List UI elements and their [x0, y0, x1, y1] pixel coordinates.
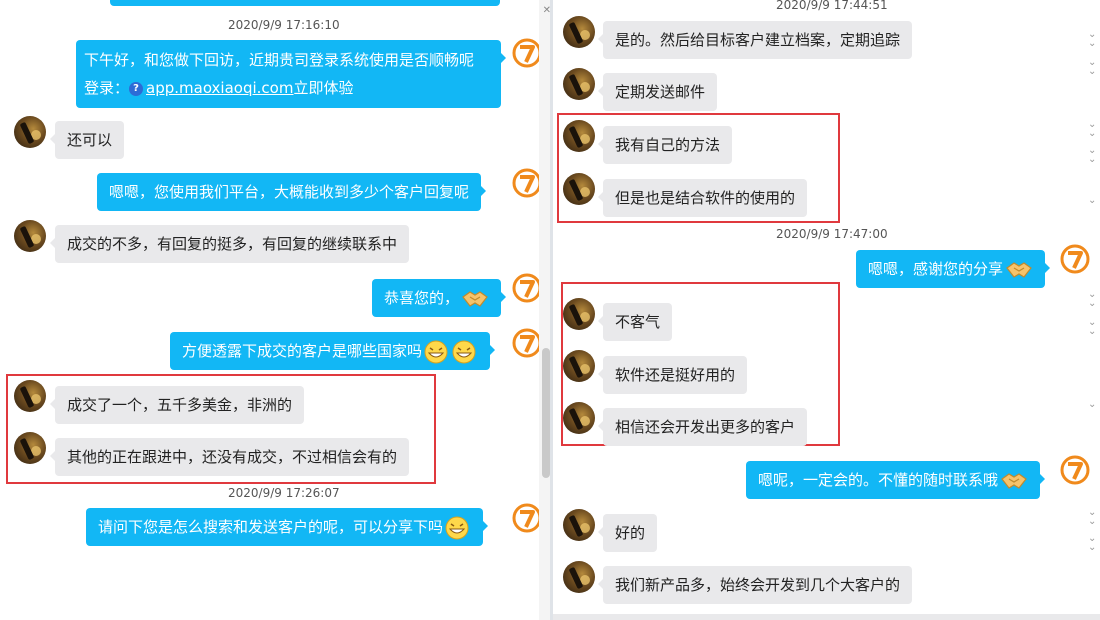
customer-avatar-icon[interactable]: [563, 298, 595, 330]
chevron-down-icon[interactable]: ⌄ ⌄: [1088, 508, 1096, 527]
scrollbar-thumb[interactable]: [542, 348, 550, 478]
app-link[interactable]: app.maoxiaoqi.com: [146, 79, 293, 97]
message-incoming[interactable]: 其他的正在跟进中，还没有成交，不过相信会有的: [49, 438, 410, 476]
message-text: 嗯呢，一定会的。不懂的随时联系哦: [758, 471, 999, 489]
chevron-down-icon[interactable]: ⌄ ⌄: [1088, 120, 1096, 139]
message-incoming[interactable]: 不客气: [597, 303, 673, 341]
message-incoming[interactable]: 成交了一个，五千多美金，非洲的: [49, 386, 305, 424]
customer-avatar-icon[interactable]: [563, 173, 595, 205]
chevron-down-icon[interactable]: ⌄ ⌄: [1088, 146, 1096, 165]
message-outgoing[interactable]: 恭喜您的，: [372, 279, 507, 317]
customer-avatar-icon[interactable]: [14, 116, 46, 148]
customer-avatar-icon[interactable]: [563, 120, 595, 152]
brand-logo-icon: [1060, 455, 1090, 485]
message-incoming[interactable]: 成交的不多，有回复的挺多，有回复的继续联系中: [49, 225, 410, 263]
chat-panel-right[interactable]: 2020/9/9 17:44:51 是的。然后给目标客户建立档案，定期追踪 定期…: [553, 0, 1100, 620]
message-text-line2: 登录：? app.maoxiaoqi.com立即体验: [84, 79, 354, 97]
message-text: 请问下您是怎么搜索和发送客户的呢，可以分享下吗: [98, 518, 444, 536]
chevron-down-icon[interactable]: ⌄: [1088, 196, 1096, 206]
chevron-down-icon[interactable]: ⌄ ⌄: [1088, 30, 1096, 49]
timestamp: 2020/9/9 17:44:51: [776, 0, 888, 12]
grin-emoji-icon: [424, 340, 450, 364]
message-incoming[interactable]: 软件还是挺好用的: [597, 356, 748, 394]
customer-avatar-icon[interactable]: [563, 509, 595, 541]
next-message-bubble-edge: [553, 614, 1100, 620]
chevron-down-icon[interactable]: ⌄ ⌄: [1088, 58, 1096, 77]
chevron-down-icon[interactable]: ⌄ ⌄: [1088, 290, 1096, 309]
brand-logo-icon: [1060, 244, 1090, 274]
customer-avatar-icon[interactable]: [563, 68, 595, 100]
message-text: 下午好，和您做下回访，近期贵司登录系统使用是否顺畅呢: [84, 51, 475, 69]
brand-logo-icon: [512, 273, 542, 303]
message-outgoing[interactable]: 请问下您是怎么搜索和发送客户的呢，可以分享下吗: [86, 508, 489, 546]
brand-logo-icon: [512, 38, 542, 68]
message-incoming[interactable]: 但是也是结合软件的使用的: [597, 179, 808, 217]
message-incoming[interactable]: 我们新产品多，始终会开发到几个大客户的: [597, 566, 913, 604]
brand-logo-icon: [512, 168, 542, 198]
message-outgoing[interactable]: 方便透露下成交的客户是哪些国家吗: [170, 332, 496, 370]
message-text: 嗯嗯，感谢您的分享: [868, 260, 1004, 278]
message-outgoing[interactable]: 嗯嗯，您使用我们平台，大概能收到多少个客户回复呢: [97, 173, 487, 211]
customer-avatar-icon[interactable]: [14, 432, 46, 464]
message-incoming[interactable]: 是的。然后给目标客户建立档案，定期追踪: [597, 21, 913, 59]
chat-panel-left[interactable]: 2020/9/9 17:16:10 下午好，和您做下回访，近期贵司登录系统使用是…: [0, 0, 553, 620]
customer-avatar-icon[interactable]: [14, 220, 46, 252]
customer-avatar-icon[interactable]: [563, 16, 595, 48]
message-text: 恭喜您的，: [384, 289, 460, 307]
message-incoming[interactable]: 我有自己的方法: [597, 126, 733, 164]
message-outgoing[interactable]: 嗯呢，一定会的。不懂的随时联系哦: [746, 461, 1046, 499]
brand-logo-icon: [512, 503, 542, 533]
message-outgoing[interactable]: 嗯嗯，感谢您的分享: [856, 250, 1051, 288]
chevron-down-icon[interactable]: ⌄ ⌄: [1088, 534, 1096, 553]
previous-message-bubble-edge: [110, 0, 500, 6]
timestamp: 2020/9/9 17:16:10: [228, 18, 340, 32]
chevron-down-icon[interactable]: ⌄: [1088, 400, 1096, 410]
message-outgoing[interactable]: 下午好，和您做下回访，近期贵司登录系统使用是否顺畅呢 登录：? app.maoxi…: [76, 40, 506, 108]
message-incoming[interactable]: 相信还会开发出更多的客户: [597, 408, 808, 446]
message-incoming[interactable]: 定期发送邮件: [597, 73, 718, 111]
message-text: 方便透露下成交的客户是哪些国家吗: [182, 342, 423, 360]
link-badge-icon: ?: [129, 81, 144, 96]
handshake-emoji-icon: [1005, 259, 1033, 281]
message-incoming[interactable]: 好的: [597, 514, 658, 552]
grin-emoji-icon: [445, 516, 471, 540]
customer-avatar-icon[interactable]: [563, 402, 595, 434]
timestamp: 2020/9/9 17:26:07: [228, 486, 340, 500]
brand-logo-icon: [512, 328, 542, 358]
chevron-down-icon[interactable]: ⌄ ⌄: [1088, 318, 1096, 337]
grin-emoji-icon: [452, 340, 478, 364]
handshake-emoji-icon: [461, 288, 489, 310]
customer-avatar-icon[interactable]: [563, 561, 595, 593]
handshake-emoji-icon: [1000, 470, 1028, 492]
customer-avatar-icon[interactable]: [563, 350, 595, 382]
message-incoming[interactable]: 还可以: [49, 121, 125, 159]
customer-avatar-icon[interactable]: [14, 380, 46, 412]
timestamp: 2020/9/9 17:47:00: [776, 227, 888, 241]
